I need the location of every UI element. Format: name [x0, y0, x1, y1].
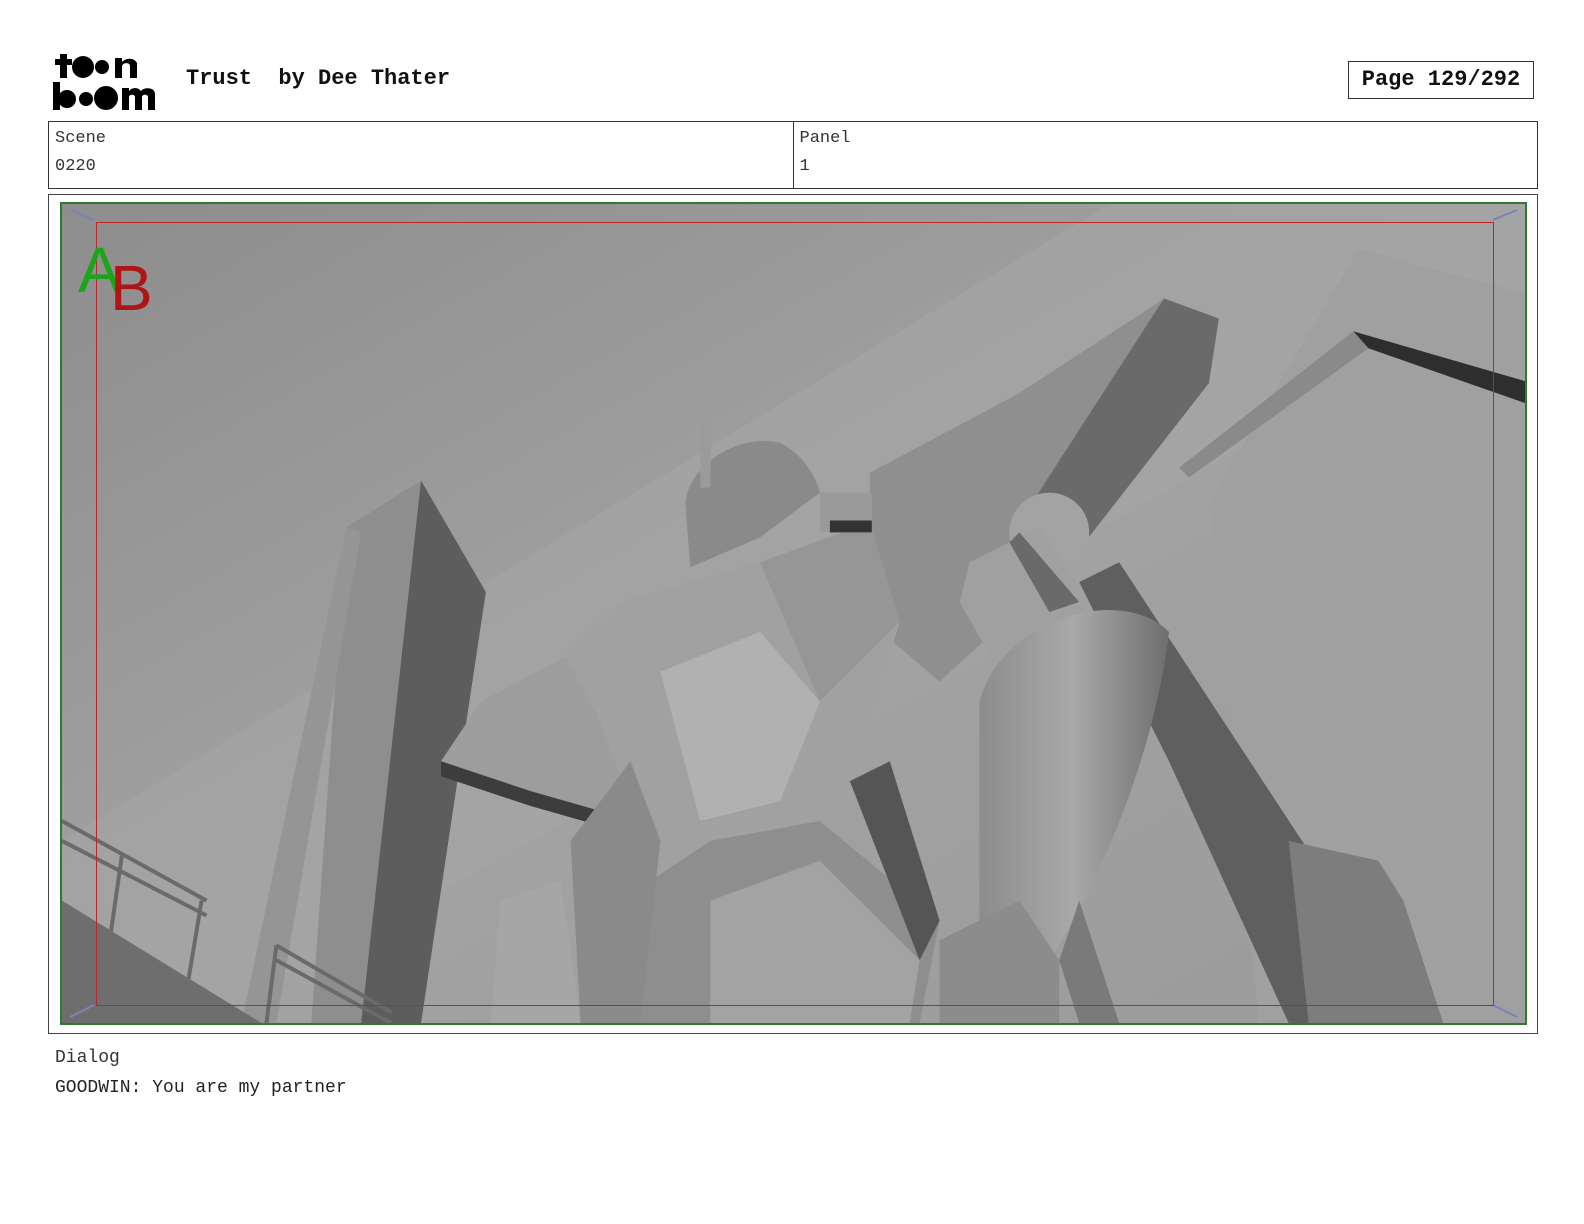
dialog-label: Dialog — [55, 1048, 120, 1068]
marker-b: B — [110, 252, 153, 314]
scene-panel-table: Scene 0220 Panel 1 — [48, 121, 1538, 189]
panel-image: A B — [60, 202, 1527, 1025]
scene-value: 0220 — [55, 157, 96, 176]
panel-label: Panel — [799, 129, 851, 148]
toon-boom-logo — [53, 54, 155, 110]
scene-cell: Scene 0220 — [49, 122, 793, 188]
document-title: Trust by Dee Thater — [186, 66, 451, 91]
panel-cell: Panel 1 — [792, 122, 1538, 188]
dialog-text: GOODWIN: You are my partner — [55, 1078, 347, 1098]
panel-value: 1 — [799, 157, 810, 176]
ab-marker-icon: A B — [78, 234, 153, 314]
safe-area-guide — [96, 222, 1494, 1006]
scene-label: Scene — [55, 129, 107, 148]
page-number: Page 129/292 — [1348, 61, 1534, 99]
